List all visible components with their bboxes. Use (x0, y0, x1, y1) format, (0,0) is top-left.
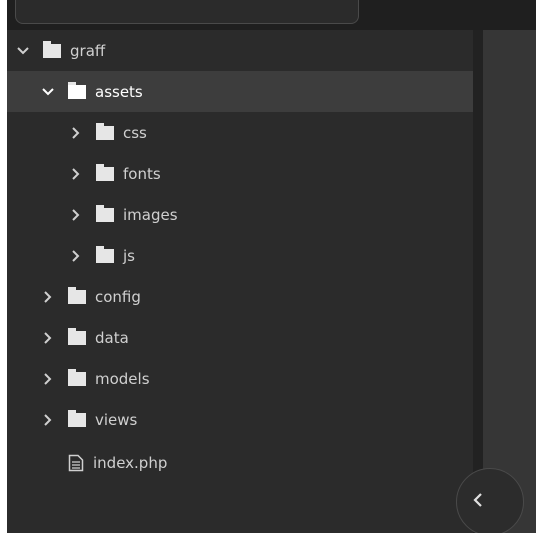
tree-item-graff[interactable]: graff (7, 30, 473, 71)
tree-item-label: models (95, 369, 150, 388)
chevron-right-icon[interactable] (42, 413, 54, 427)
tree-item-models[interactable]: models (7, 358, 473, 399)
chevron-right-icon[interactable] (70, 208, 82, 222)
folder-icon (96, 204, 114, 222)
chevron-right-icon[interactable] (70, 249, 82, 263)
tree-item-label: js (123, 246, 135, 265)
folder-icon (68, 286, 86, 304)
tree-item-label: graff (70, 41, 106, 60)
collapse-panel-button[interactable] (456, 468, 524, 533)
folder-icon (68, 368, 86, 386)
folder-icon (68, 81, 86, 99)
tree-item-label: config (95, 287, 141, 306)
chevron-down-icon[interactable] (17, 44, 29, 58)
chevron-right-icon[interactable] (70, 167, 82, 181)
panel-divider[interactable] (473, 30, 483, 533)
tree-item-label: index.php (93, 453, 168, 472)
tree-item-label: views (95, 410, 138, 429)
chevron-right-icon[interactable] (42, 372, 54, 386)
tree-item-label: images (123, 205, 178, 224)
tree-item-label: assets (95, 82, 143, 101)
tab-strip[interactable] (15, 0, 359, 24)
folder-icon (96, 122, 114, 140)
top-bar (7, 0, 536, 31)
file-tree: graff assets css fonts images js config … (7, 30, 473, 533)
tree-item-js[interactable]: js (7, 235, 473, 276)
chevron-right-icon[interactable] (42, 290, 54, 304)
chevron-right-icon[interactable] (70, 126, 82, 140)
tree-item-label: fonts (123, 164, 161, 183)
folder-icon (68, 327, 86, 345)
tree-item-config[interactable]: config (7, 276, 473, 317)
tree-item-index-php[interactable]: index.php (7, 442, 473, 483)
folder-icon (68, 409, 86, 427)
tree-item-images[interactable]: images (7, 194, 473, 235)
folder-icon (96, 163, 114, 181)
tree-item-css[interactable]: css (7, 112, 473, 153)
folder-icon (96, 245, 114, 263)
tree-item-label: css (123, 123, 147, 142)
tree-item-views[interactable]: views (7, 399, 473, 440)
editor-window: graff assets css fonts images js config … (7, 0, 536, 533)
tree-item-fonts[interactable]: fonts (7, 153, 473, 194)
file-text-icon (68, 454, 84, 472)
folder-icon (43, 40, 61, 58)
chevron-down-icon[interactable] (42, 85, 54, 99)
chevron-right-icon[interactable] (42, 331, 54, 345)
chevron-left-icon (473, 493, 483, 507)
tree-item-label: data (95, 328, 129, 347)
tree-item-data[interactable]: data (7, 317, 473, 358)
tree-item-assets[interactable]: assets (7, 71, 473, 112)
editor-pane (483, 30, 536, 533)
